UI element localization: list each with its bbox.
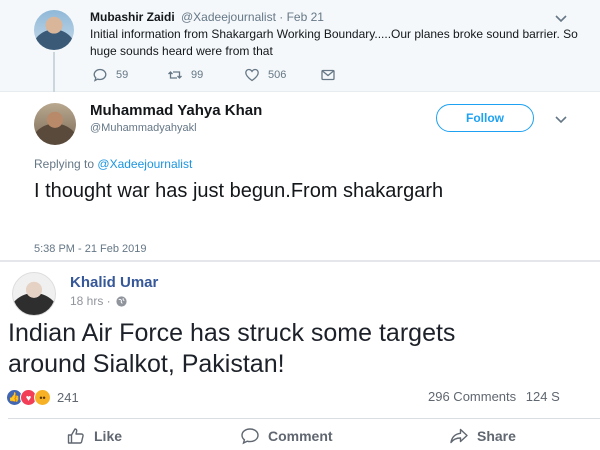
reply-button[interactable]: 59	[92, 67, 128, 83]
reply-icon	[93, 68, 107, 82]
follow-button[interactable]: Follow	[436, 104, 534, 132]
replying-prefix: Replying to	[34, 157, 95, 171]
replying-to: Replying to @Xadeejournalist	[34, 157, 192, 171]
dm-icon	[321, 69, 335, 81]
comment-button[interactable]: Comment	[240, 426, 333, 446]
avatar[interactable]	[34, 103, 76, 145]
chevron-down-icon[interactable]	[554, 14, 568, 24]
like-count: 506	[268, 69, 287, 81]
avatar[interactable]	[12, 272, 56, 316]
wow-reaction-icon: ••	[34, 389, 51, 406]
dm-button[interactable]	[320, 67, 336, 83]
chevron-down-icon[interactable]	[554, 115, 568, 125]
like-button[interactable]: Like	[66, 426, 122, 446]
divider	[8, 418, 600, 419]
post-time[interactable]: 18 hrs ·	[70, 294, 128, 308]
share-icon	[450, 428, 468, 444]
retweet-count: 99	[191, 69, 204, 81]
post-stats[interactable]: 296 Comments 124 S	[428, 389, 560, 404]
heart-icon	[245, 68, 259, 82]
share-label: Share	[477, 428, 516, 444]
comment-icon	[241, 428, 259, 445]
like-icon	[67, 428, 84, 444]
retweet-icon	[168, 71, 182, 79]
avatar[interactable]	[34, 10, 74, 50]
reply-count: 59	[116, 69, 129, 81]
shares-count[interactable]: 124 S	[526, 389, 560, 404]
replying-handle-link[interactable]: @Xadeejournalist	[97, 157, 192, 171]
post-time-text: 18 hrs ·	[70, 294, 111, 308]
retweet-button[interactable]: 99	[167, 67, 203, 83]
tweet-text: I thought war has just begun.From shakar…	[34, 180, 444, 202]
reactions-summary[interactable]: 👍 ♥ •• 241	[6, 389, 79, 406]
post-text: Indian Air Force has struck some targets…	[8, 318, 600, 380]
like-tweet-button[interactable]: 506	[244, 67, 286, 83]
comments-count[interactable]: 296 Comments	[428, 389, 516, 404]
post-text-line: Indian Air Force has struck some targets	[8, 319, 456, 347]
comment-label: Comment	[268, 428, 333, 444]
tweet-text: Initial information from Shakargarh Work…	[90, 27, 578, 58]
post-text-line: around Sialkot, Pakistan!	[8, 350, 285, 378]
author-name[interactable]: Muhammad Yahya Khan	[90, 102, 262, 119]
author-name[interactable]: Khalid Umar	[70, 274, 158, 291]
globe-icon	[116, 295, 127, 307]
like-label: Like	[94, 428, 123, 444]
reaction-count: 241	[57, 390, 79, 405]
tweet-timestamp[interactable]: 5:38 PM - 21 Feb 2019	[34, 243, 147, 255]
author-handle-date[interactable]: @Xadeejournalist · Feb 21	[181, 10, 324, 24]
author-name[interactable]: Mubashir Zaidi	[90, 10, 175, 24]
share-button[interactable]: Share	[449, 426, 516, 446]
thread-connector	[53, 52, 55, 96]
author-handle[interactable]: @Muhammadyahyakl	[90, 122, 197, 134]
